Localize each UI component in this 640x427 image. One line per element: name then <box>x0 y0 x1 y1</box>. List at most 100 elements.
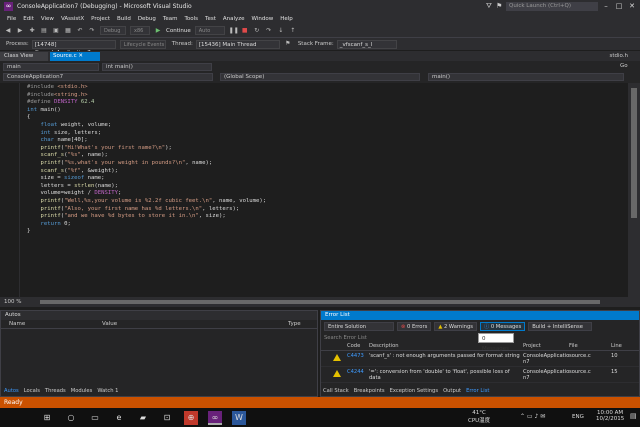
editor-gutter[interactable] <box>0 83 20 297</box>
autos-col-value[interactable]: Value <box>102 320 288 329</box>
code-line[interactable]: printf("Also, your first name has %d let… <box>27 206 266 214</box>
visual-studio-icon[interactable]: ∞ <box>208 410 222 425</box>
weather-widget[interactable]: 41°C CPU温度 <box>468 410 490 424</box>
tab-threads[interactable]: Threads <box>45 388 66 394</box>
code-text[interactable]: #include <stdio.h> #include<string.h> #def… <box>27 84 266 236</box>
menu-build[interactable]: Build <box>117 16 131 22</box>
menu-team[interactable]: Team <box>163 16 178 22</box>
menu-vassistx[interactable]: VAssistX <box>61 16 84 22</box>
scope-combo[interactable]: (Global Scope) <box>220 73 420 81</box>
thread-select[interactable]: [15436] Main Thread <box>195 39 280 49</box>
clock[interactable]: 10:00 AM 10/2/2015 <box>596 410 624 422</box>
close-button[interactable]: ✕ <box>626 1 638 12</box>
break-all-icon[interactable]: ❚❚ <box>229 27 239 35</box>
step-into-icon[interactable]: ↓ <box>277 27 285 35</box>
code-line[interactable]: #include <stdio.h> <box>27 84 266 92</box>
process-select[interactable]: [14748] ConsoleApplication7.exe <box>31 39 116 56</box>
lifecycle-events-select[interactable]: Lifecycle Events <box>119 39 166 49</box>
menu-tools[interactable]: Tools <box>184 16 198 22</box>
debug-config-select[interactable]: Debug <box>100 26 126 35</box>
flag-icon[interactable]: ⚑ <box>496 2 502 10</box>
tab-locals[interactable]: Locals <box>24 388 40 394</box>
go-button[interactable]: Go <box>620 63 628 69</box>
col-line[interactable]: Line <box>611 342 622 351</box>
tab-modules[interactable]: Modules <box>71 388 93 394</box>
stdio-tab[interactable]: stdio.h <box>580 53 636 61</box>
class-view-tab[interactable]: Class View <box>0 52 48 61</box>
code-line[interactable]: { <box>27 114 266 122</box>
messages-filter-button[interactable]: ⓘ 0 Messages <box>479 322 526 331</box>
step-over-icon[interactable]: ↷ <box>265 27 273 35</box>
project-combo[interactable]: ConsoleApplication7 <box>3 73 213 81</box>
tab-exception-settings[interactable]: Exception Settings <box>390 388 438 394</box>
word-icon[interactable]: W <box>232 410 246 425</box>
tab-watch1[interactable]: Watch 1 <box>97 388 118 394</box>
warnings-filter-button[interactable]: ▲ 2 Warnings <box>434 322 477 331</box>
class-view-combo[interactable]: main <box>3 63 99 71</box>
code-line[interactable]: volume=weight / DENSITY; <box>27 190 266 198</box>
autos-col-type[interactable]: Type <box>288 320 301 329</box>
quick-launch-input[interactable]: Quick Launch (Ctrl+Q) <box>506 2 598 11</box>
restart-icon[interactable]: ↻ <box>253 27 261 35</box>
code-line[interactable]: } <box>27 228 266 236</box>
menu-help[interactable]: Help <box>280 16 293 22</box>
tab-error-list[interactable]: Error List <box>466 388 489 394</box>
member-combo[interactable]: int main() <box>102 63 212 71</box>
code-line[interactable]: int main() <box>27 107 266 115</box>
code-line[interactable]: char name[40]; <box>27 137 266 145</box>
filter-threads-icon[interactable]: ⚑ <box>284 40 292 48</box>
function-combo[interactable]: main() <box>428 73 624 81</box>
menu-view[interactable]: View <box>41 16 54 22</box>
edge-icon[interactable]: e <box>112 411 126 425</box>
col-file[interactable]: File <box>569 342 611 351</box>
system-tray-icons[interactable]: ⌃ ▭ ♪ ✉ <box>520 413 545 420</box>
auto-select[interactable]: Auto <box>194 26 225 35</box>
code-line[interactable]: #define DENSITY 62.4 <box>27 99 266 107</box>
save-icon[interactable]: ▣ <box>52 27 60 35</box>
task-view-icon[interactable]: ▭ <box>88 411 102 425</box>
platform-select[interactable]: x86 <box>130 26 150 35</box>
menu-test[interactable]: Test <box>205 16 216 22</box>
error-row[interactable]: C4473 'scanf_s' : not enough arguments p… <box>321 351 639 367</box>
filter-icon[interactable]: ⛛ <box>486 2 492 11</box>
col-project[interactable]: Project <box>523 342 569 351</box>
close-tab-icon[interactable]: ✕ <box>78 53 83 59</box>
save-all-icon[interactable]: ▦ <box>64 27 72 35</box>
col-code[interactable]: Code <box>347 342 369 351</box>
scope-filter-select[interactable]: Entire Solution <box>324 322 394 331</box>
code-line[interactable]: float weight, volume; <box>27 122 266 130</box>
errors-filter-button[interactable]: ⊗ 0 Errors <box>397 322 432 331</box>
menu-window[interactable]: Window <box>252 16 274 22</box>
search-icon[interactable]: ○ <box>64 411 78 425</box>
language-indicator[interactable]: ENG <box>572 414 584 420</box>
menu-analyze[interactable]: Analyze <box>223 16 245 22</box>
horizontal-scroll-thumb[interactable] <box>40 300 600 304</box>
code-line[interactable]: size = sizeof name; <box>27 175 266 183</box>
code-line[interactable]: scanf_s("%s", name); <box>27 152 266 160</box>
error-code[interactable]: C4473 <box>347 353 364 359</box>
menu-project[interactable]: Project <box>91 16 110 22</box>
maximize-button[interactable]: □ <box>613 1 625 12</box>
step-out-icon[interactable]: ↑ <box>289 27 297 35</box>
tab-call-stack[interactable]: Call Stack <box>323 388 349 394</box>
redo-icon[interactable]: ↷ <box>88 27 96 35</box>
code-line[interactable]: letters = strlen(name); <box>27 183 266 191</box>
error-row[interactable]: C4244 '=': conversion from 'double' to '… <box>321 367 639 383</box>
tab-breakpoints[interactable]: Breakpoints <box>354 388 385 394</box>
build-filter-select[interactable]: Build + IntelliSense <box>528 322 593 331</box>
code-line[interactable]: int size, letters; <box>27 130 266 138</box>
continue-button[interactable]: Continue <box>166 28 191 34</box>
autos-col-name[interactable]: Name <box>9 320 102 329</box>
stop-icon[interactable]: ■ <box>241 27 249 35</box>
forward-icon[interactable]: ▶ <box>16 27 24 35</box>
code-line[interactable]: scanf_s("%f", &weight); <box>27 168 266 176</box>
store-icon[interactable]: ⊡ <box>160 411 174 425</box>
continue-icon[interactable]: ▶ <box>154 27 162 35</box>
code-line[interactable]: return 0; <box>27 221 266 229</box>
minimize-button[interactable]: – <box>600 1 612 12</box>
menu-debug[interactable]: Debug <box>138 16 156 22</box>
error-code[interactable]: C4244 <box>347 369 364 375</box>
code-line[interactable]: #include<string.h> <box>27 92 266 100</box>
explorer-icon[interactable]: ▰ <box>136 411 150 425</box>
menu-file[interactable]: File <box>7 16 16 22</box>
